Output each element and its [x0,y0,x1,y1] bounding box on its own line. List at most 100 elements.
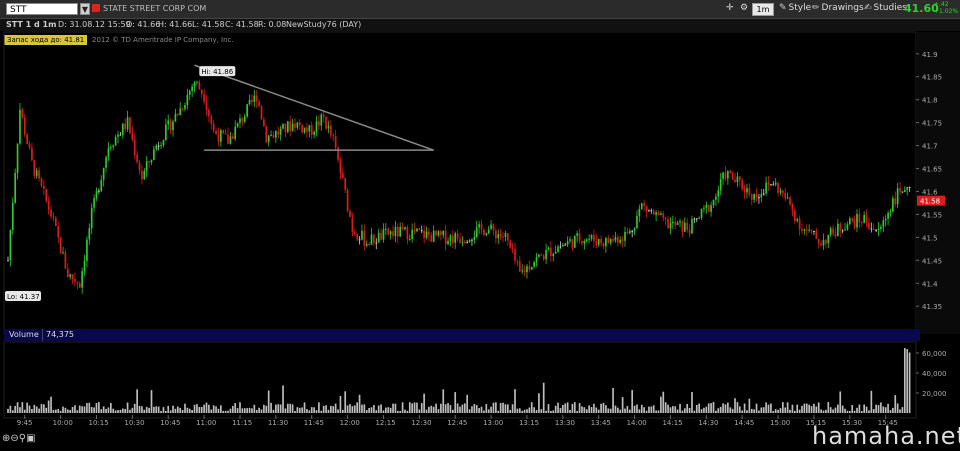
candle-body [554,251,557,254]
candle-body [722,172,724,180]
volume-bar [691,391,693,413]
volume-bar [23,409,26,413]
volume-bar [758,410,760,413]
volume-bar [169,410,172,413]
candle-body [779,190,782,193]
candle-body [174,113,177,122]
volume-bar [755,403,758,413]
volume-bar [645,410,648,413]
volume-bar [588,405,590,413]
candle-body [815,230,818,239]
volume-bar [165,410,167,413]
candle-body [442,231,445,235]
volume-bar [547,404,550,413]
candle-body [564,244,567,246]
magnifier-icon[interactable]: ⚲ [19,433,26,444]
candle-body [597,239,600,245]
volume-bar [829,407,832,413]
candle-body [380,232,382,240]
volume-bar [327,409,330,413]
candle-body [724,172,727,179]
candle-body [93,198,95,208]
candle-body [382,229,385,240]
candle-body [157,145,160,147]
candle-body [428,231,430,236]
volume-bar [738,406,741,413]
candle-body [820,243,822,246]
candle-body [896,188,899,205]
candle-body [884,218,887,221]
candle-body [260,106,263,120]
volume-bar [420,403,423,413]
candle-body [35,170,38,176]
volume-bar [296,407,299,413]
candle-body [777,182,779,193]
volume-bar [418,409,421,413]
candle-body [848,218,851,225]
volume-bar [176,406,179,413]
volume-bar [767,404,770,413]
price-chart[interactable]: 41.9 41.85 41.8 41.75 41.7 41.65 41.6 41.55 41.5… [0,0,960,451]
candle-body [78,283,81,288]
volume-bar [394,403,397,413]
volume-bar [265,405,268,413]
volume-bar [628,409,631,413]
candle-body [648,210,650,212]
candle-body [279,128,282,135]
chart-settings-icon[interactable]: ▣ [26,433,35,444]
candle-body [638,208,641,216]
candle-body [523,270,526,273]
candle-body [389,231,392,235]
candle-body [712,199,715,206]
candle-body [167,120,170,125]
candle-body [162,140,165,146]
candle-body [569,239,571,242]
candle-body [193,82,196,87]
volume-bar [523,409,526,413]
volume-bar [315,410,318,413]
candle-body [449,235,452,241]
candle-body [688,229,691,234]
candle-body [547,247,550,251]
volume-bar [385,407,387,413]
volume-bar [660,396,662,413]
candle-body [45,189,48,202]
volume-bar [872,409,875,413]
time-tick-label: 13:30 [555,419,575,427]
volume-bar [81,406,83,413]
candle-body [370,234,373,245]
candle-body [301,124,303,133]
candle-body [506,233,509,241]
volume-bar [731,408,734,413]
zoom-out-icon[interactable]: ⊖ [10,433,18,444]
candle-body [418,228,421,231]
volume-bar [480,406,483,413]
candle-body [793,210,796,221]
candle-body [705,204,708,208]
volume-bar [475,405,478,413]
candle-body [731,172,734,180]
candle-body [396,226,399,237]
candle-body [28,143,31,148]
candle-body [95,190,98,199]
candle-body [504,233,507,237]
candle-body [337,147,339,160]
candle-body [609,239,612,243]
volume-bar [416,402,418,413]
volume-bar [59,410,62,413]
candle-body [619,239,622,243]
volume-bar [820,409,822,413]
candle-body [344,177,347,190]
volume-bar [793,410,796,413]
zoom-controls[interactable]: ⊕⊖⚲▣ [2,433,36,444]
volume-bar [617,407,619,413]
volume-bar [569,409,571,413]
candle-body [557,246,559,252]
candle-body [471,239,473,241]
volume-bar [191,410,193,413]
candle-body [727,171,729,179]
volume-bar [74,405,76,413]
candle-body [901,191,904,193]
volume-bar [810,406,813,413]
volume-bar [593,403,595,413]
